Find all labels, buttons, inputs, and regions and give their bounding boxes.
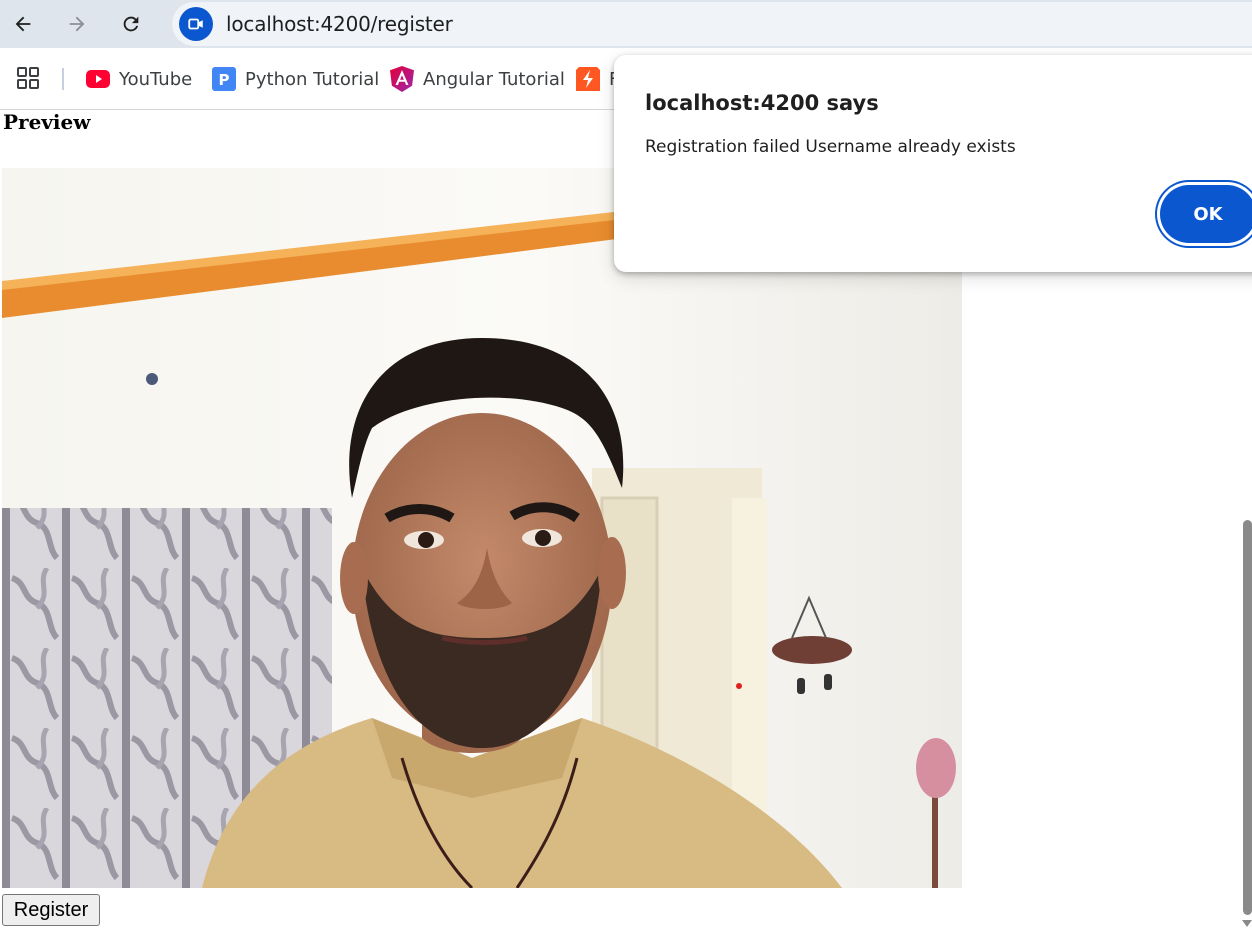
- bookmark-label: Python Tutorial: [245, 68, 380, 90]
- forward-button[interactable]: [61, 8, 93, 40]
- bookmark-separator: [62, 68, 64, 90]
- bookmark-label: Angular Tutorial: [423, 68, 565, 90]
- register-button[interactable]: Register: [2, 894, 100, 926]
- page-title: Preview: [3, 110, 91, 134]
- url-text[interactable]: localhost:4200/register: [226, 12, 453, 36]
- angular-icon: [390, 66, 414, 92]
- reload-icon: [123, 16, 139, 32]
- scroll-down-arrow-icon[interactable]: [1242, 920, 1252, 927]
- reload-button[interactable]: [115, 8, 147, 40]
- svg-text:P: P: [219, 71, 230, 89]
- dialog-title: localhost:4200 says: [645, 91, 879, 115]
- webcam-image: [2, 168, 962, 888]
- ok-button[interactable]: OK: [1160, 185, 1252, 243]
- back-arrow-icon: [15, 16, 31, 32]
- apps-grid-icon[interactable]: [17, 67, 39, 89]
- bookmark-youtube[interactable]: YouTube: [86, 66, 192, 92]
- bookmark-python-tutorial[interactable]: P Python Tutorial: [212, 66, 379, 92]
- scrollbar-thumb[interactable]: [1243, 520, 1252, 915]
- alert-dialog: localhost:4200 says Registration failed …: [614, 55, 1252, 272]
- dialog-message: Registration failed Username already exi…: [645, 137, 1016, 157]
- forward-arrow-icon: [69, 16, 85, 32]
- bookmark-angular-tutorial[interactable]: Angular Tutorial: [390, 66, 565, 92]
- bookmark-label: YouTube: [119, 68, 193, 90]
- browser-toolbar: localhost:4200/register: [0, 0, 1252, 48]
- camera-in-use-icon[interactable]: [179, 7, 213, 41]
- youtube-icon: [86, 67, 110, 91]
- lightning-icon: [576, 67, 600, 91]
- bookmark-partial[interactable]: F: [576, 66, 619, 92]
- back-button[interactable]: [7, 8, 39, 40]
- p-letter-icon: P: [212, 67, 236, 91]
- webcam-preview: [2, 168, 962, 888]
